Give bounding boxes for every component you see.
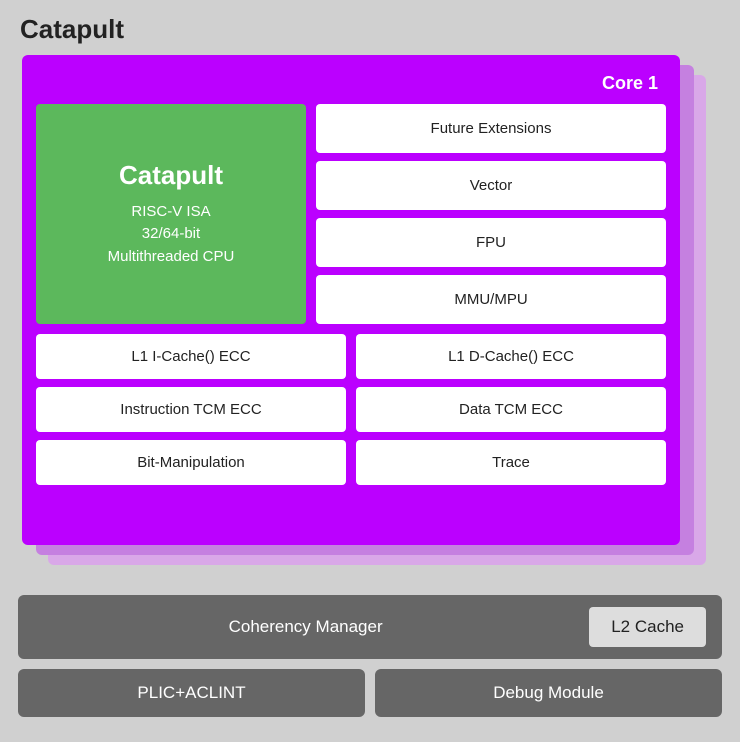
tcm-row: Instruction TCM ECC Data TCM ECC: [36, 387, 666, 432]
bottom-section: Coherency Manager L2 Cache PLIC+ACLINT D…: [18, 595, 722, 717]
bit-manipulation-box: Bit-Manipulation: [36, 440, 346, 485]
plic-aclint-box: PLIC+ACLINT: [18, 669, 365, 717]
extensions-column: Future Extensions Vector FPU MMU/MPU: [316, 104, 666, 324]
core-top-row: Catapult RISC-V ISA32/64-bitMultithreade…: [36, 104, 666, 324]
core-content: Catapult RISC-V ISA32/64-bitMultithreade…: [36, 104, 666, 485]
debug-module-box: Debug Module: [375, 669, 722, 717]
mmu-mpu-box: MMU/MPU: [316, 275, 666, 324]
coherency-manager-label: Coherency Manager: [34, 617, 577, 637]
instruction-tcm-box: Instruction TCM ECC: [36, 387, 346, 432]
core-card-1: Core 1 Catapult RISC-V ISA32/64-bitMulti…: [22, 55, 680, 545]
vector-box: Vector: [316, 161, 666, 210]
l1-dcache-box: L1 D-Cache() ECC: [356, 334, 666, 379]
fpu-box: FPU: [316, 218, 666, 267]
plic-debug-row: PLIC+ACLINT Debug Module: [18, 669, 722, 717]
core-1-label: Core 1: [36, 69, 666, 102]
catapult-cpu-title: Catapult: [119, 160, 223, 191]
core-bottom-rows: L1 I-Cache() ECC L1 D-Cache() ECC Instru…: [36, 334, 666, 485]
page-title: Catapult: [0, 0, 740, 55]
trace-box: Trace: [356, 440, 666, 485]
cache-row: L1 I-Cache() ECC L1 D-Cache() ECC: [36, 334, 666, 379]
bit-trace-row: Bit-Manipulation Trace: [36, 440, 666, 485]
coherency-row: Coherency Manager L2 Cache: [18, 595, 722, 659]
future-extensions-box: Future Extensions: [316, 104, 666, 153]
catapult-cpu-desc: RISC-V ISA32/64-bitMultithreaded CPU: [108, 201, 235, 269]
catapult-cpu-box: Catapult RISC-V ISA32/64-bitMultithreade…: [36, 104, 306, 324]
l2-cache-box: L2 Cache: [589, 607, 706, 647]
l1-icache-box: L1 I-Cache() ECC: [36, 334, 346, 379]
data-tcm-box: Data TCM ECC: [356, 387, 666, 432]
